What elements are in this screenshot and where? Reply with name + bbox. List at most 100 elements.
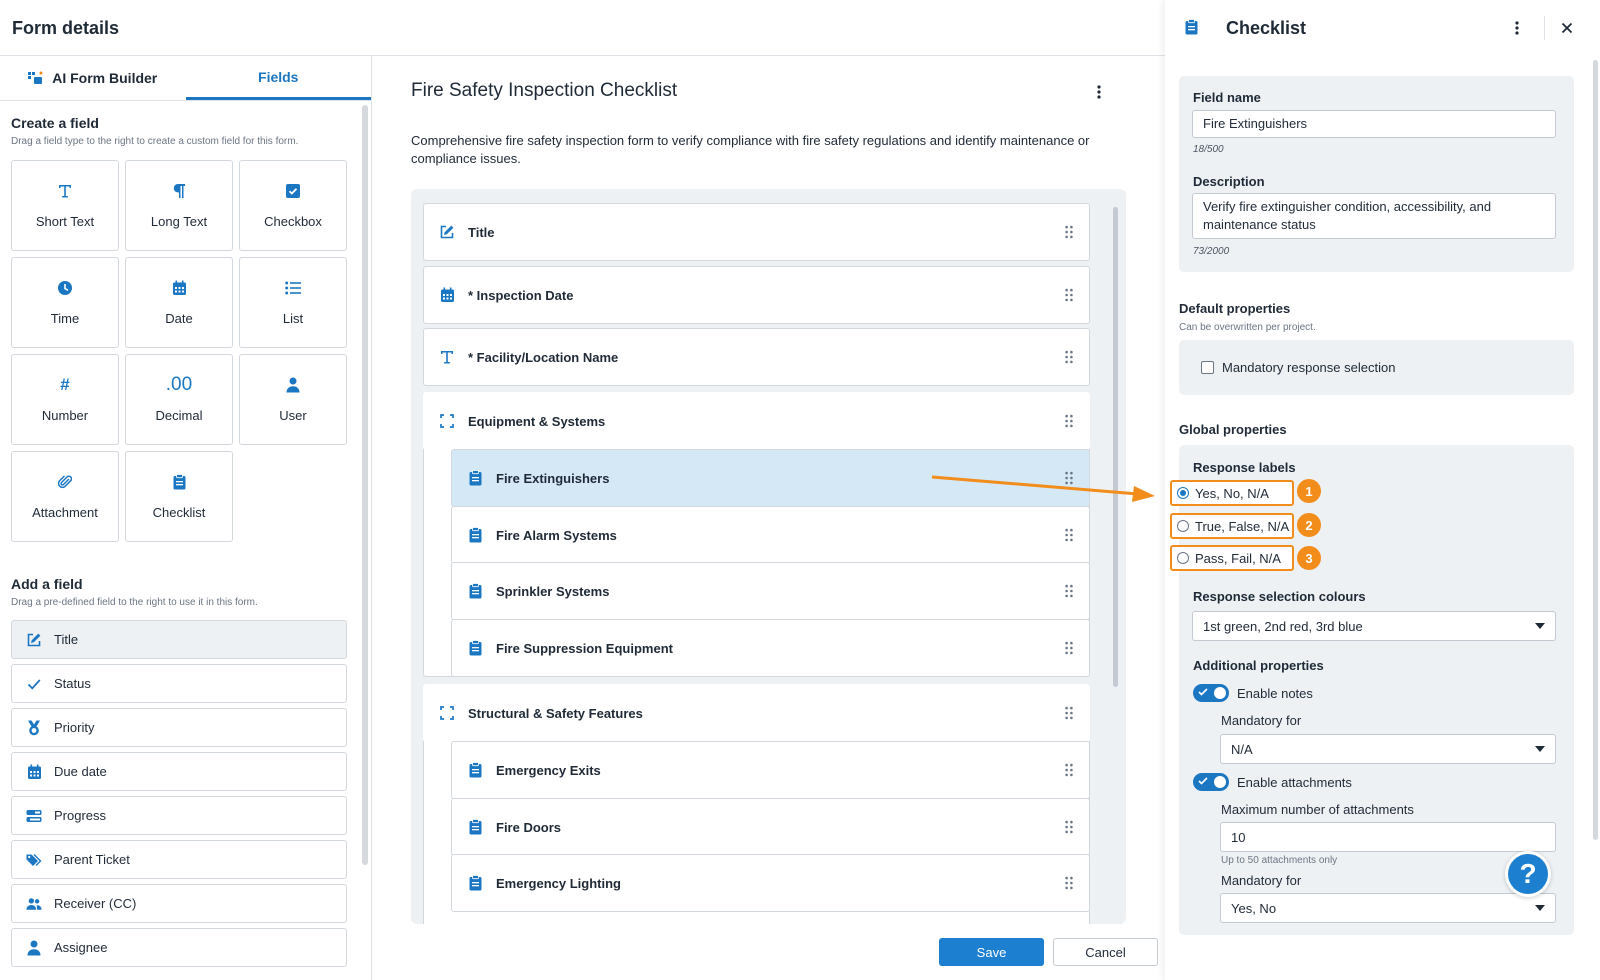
canvas-scrollbar[interactable]: [1113, 207, 1118, 687]
text-t-icon: [438, 348, 456, 366]
tab-fields[interactable]: Fields: [185, 56, 371, 100]
tab-label: AI Form Builder: [52, 70, 158, 86]
form-options-button[interactable]: [1089, 82, 1109, 102]
drag-handle-icon[interactable]: [1065, 350, 1073, 364]
form-row-label: Sprinkler Systems: [496, 583, 610, 599]
predefined-field-label: Receiver (CC): [54, 896, 137, 911]
notes-mandatory-select[interactable]: N/A: [1220, 734, 1556, 764]
predefined-field-status[interactable]: Status: [11, 664, 347, 703]
field-type-attachment[interactable]: Attachment: [11, 451, 119, 542]
toggle-switch[interactable]: [1193, 773, 1229, 791]
edit-icon: [26, 632, 42, 648]
description-counter: 73/2000: [1193, 246, 1230, 257]
field-type-long-text[interactable]: Long Text: [125, 160, 233, 251]
form-row-fire-suppression[interactable]: Fire Suppression Equipment: [451, 619, 1090, 677]
group-header-structural-safety[interactable]: Structural & Safety Features: [423, 684, 1090, 742]
toggle-switch[interactable]: [1193, 684, 1229, 702]
field-type-date[interactable]: Date: [125, 257, 233, 348]
drag-handle-icon[interactable]: [1065, 641, 1073, 655]
form-row-facility-name[interactable]: * Facility/Location Name: [423, 328, 1090, 386]
predefined-field-priority[interactable]: Priority: [11, 708, 347, 747]
field-type-checkbox[interactable]: Checkbox: [239, 160, 347, 251]
field-type-checklist[interactable]: Checklist: [125, 451, 233, 542]
field-type-time[interactable]: Time: [11, 257, 119, 348]
response-colours-select[interactable]: 1st green, 2nd red, 3rd blue: [1192, 611, 1556, 641]
panel-options-button[interactable]: [1507, 18, 1527, 38]
tab-ai-form-builder[interactable]: AI Form Builder: [0, 56, 186, 100]
calendar-icon: [26, 764, 42, 780]
cancel-button[interactable]: Cancel: [1053, 938, 1158, 966]
drag-handle-icon[interactable]: [1065, 225, 1073, 239]
drag-handle-icon[interactable]: [1065, 414, 1073, 428]
users-icon: [26, 896, 42, 912]
drag-handle-icon[interactable]: [1065, 706, 1073, 720]
field-type-decimal[interactable]: .00 Decimal: [125, 354, 233, 445]
response-option-yes-no-na[interactable]: Yes, No, N/A: [1170, 480, 1294, 506]
callout-badge-3: 3: [1297, 546, 1321, 570]
form-row-label: Equipment & Systems: [468, 413, 606, 429]
predefined-field-label: Assignee: [54, 940, 108, 955]
drag-handle-icon[interactable]: [1065, 471, 1073, 485]
palette-scrollbar[interactable]: [362, 105, 368, 865]
predefined-field-due-date[interactable]: Due date: [11, 752, 347, 791]
field-name-input[interactable]: Fire Extinguishers: [1192, 110, 1556, 138]
help-button[interactable]: ?: [1505, 851, 1551, 897]
notes-mandatory-label: Mandatory for: [1221, 713, 1302, 728]
form-row-fire-alarm-systems[interactable]: Fire Alarm Systems: [451, 506, 1090, 564]
form-row-emergency-lighting[interactable]: Emergency Lighting: [451, 854, 1090, 912]
drag-handle-icon[interactable]: [1065, 763, 1073, 777]
predefined-field-receiver-cc[interactable]: Receiver (CC): [11, 884, 347, 923]
toggle-label: Enable attachments: [1237, 774, 1352, 790]
predefined-field-title[interactable]: Title: [11, 620, 347, 659]
field-type-user[interactable]: User: [239, 354, 347, 445]
form-row-label: Emergency Exits: [496, 762, 601, 778]
check-icon: [26, 676, 42, 692]
description-textarea[interactable]: Verify fire extinguisher condition, acce…: [1192, 193, 1556, 239]
form-row-fire-extinguishers[interactable]: Fire Extinguishers: [451, 449, 1090, 507]
field-type-label: User: [279, 408, 307, 423]
checkbox-box[interactable]: [1201, 361, 1214, 374]
form-canvas: Title * Inspection Date * Facility/Locat…: [411, 189, 1126, 924]
predefined-field-progress[interactable]: Progress: [11, 796, 347, 835]
response-option-true-false-na[interactable]: True, False, N/A: [1170, 513, 1294, 539]
drag-handle-icon[interactable]: [1065, 820, 1073, 834]
mandatory-response-checkbox[interactable]: Mandatory response selection: [1201, 360, 1395, 375]
drag-handle-icon[interactable]: [1065, 528, 1073, 542]
form-row-title[interactable]: Title: [423, 203, 1090, 261]
form-row-fire-doors[interactable]: Fire Doors: [451, 798, 1090, 856]
group-header-equipment-systems[interactable]: Equipment & Systems: [423, 392, 1090, 450]
callout-badge-2: 2: [1297, 513, 1321, 537]
save-button[interactable]: Save: [939, 938, 1044, 966]
progress-icon: [26, 808, 42, 824]
predefined-field-label: Due date: [54, 764, 107, 779]
enable-attachments-toggle[interactable]: Enable attachments: [1193, 773, 1352, 791]
drag-handle-icon[interactable]: [1065, 584, 1073, 598]
text-t-icon: [57, 182, 73, 200]
drag-handle-icon[interactable]: [1065, 876, 1073, 890]
field-type-short-text[interactable]: Short Text: [11, 160, 119, 251]
radio-button[interactable]: [1177, 520, 1189, 532]
drag-handle-icon[interactable]: [1065, 288, 1073, 302]
enable-notes-toggle[interactable]: Enable notes: [1193, 684, 1313, 702]
predefined-field-parent-ticket[interactable]: Parent Ticket: [11, 840, 347, 879]
max-attachments-input[interactable]: 10: [1220, 822, 1556, 852]
field-name-counter: 18/500: [1193, 144, 1224, 155]
form-row-label: Fire Extinguishers: [496, 470, 610, 486]
attachments-mandatory-select[interactable]: Yes, No: [1220, 893, 1556, 923]
close-panel-button[interactable]: [1557, 18, 1577, 38]
form-row-emergency-exits[interactable]: Emergency Exits: [451, 741, 1090, 799]
radio-button[interactable]: [1177, 487, 1189, 499]
field-type-list[interactable]: List: [239, 257, 347, 348]
response-option-pass-fail-na[interactable]: Pass, Fail, N/A: [1170, 545, 1294, 571]
add-field-section: Add a field Drag a pre-defined field to …: [11, 576, 360, 967]
form-row-sprinkler-systems[interactable]: Sprinkler Systems: [451, 562, 1090, 620]
kebab-icon: [1097, 85, 1101, 99]
predefined-field-assignee[interactable]: Assignee: [11, 928, 347, 967]
field-type-number[interactable]: # Number: [11, 354, 119, 445]
panel-scrollbar[interactable]: [1593, 60, 1598, 840]
panel-title: Checklist: [1226, 18, 1307, 38]
radio-label: True, False, N/A: [1195, 518, 1290, 534]
form-row-inspection-date[interactable]: * Inspection Date: [423, 266, 1090, 324]
hash-icon: #: [60, 375, 70, 394]
radio-button[interactable]: [1177, 552, 1189, 564]
